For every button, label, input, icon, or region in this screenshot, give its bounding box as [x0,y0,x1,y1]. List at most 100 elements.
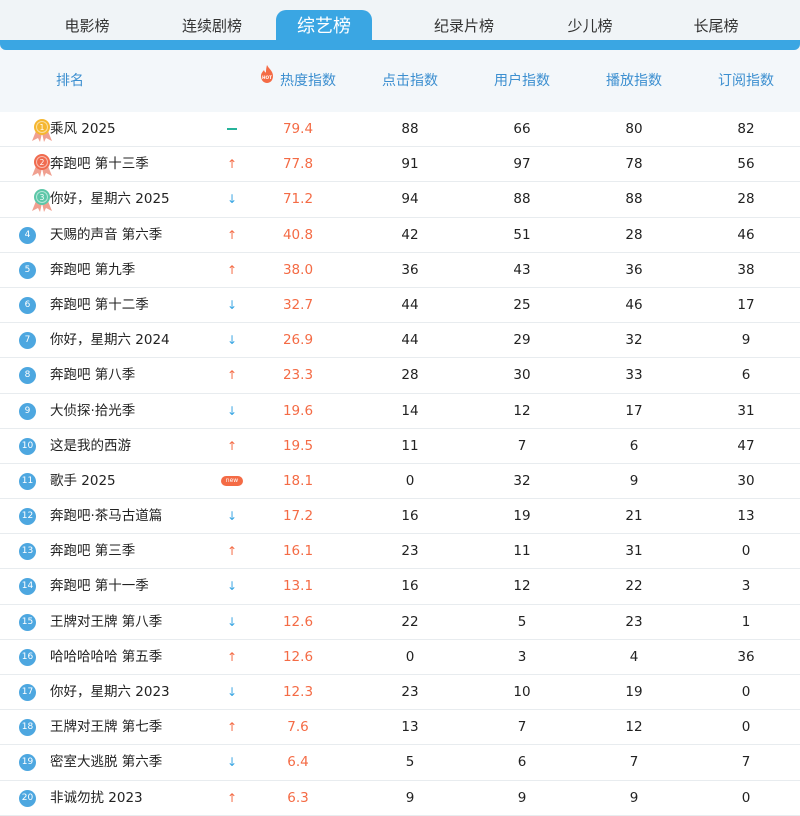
user-index: 51 [513,226,531,243]
rank-cell: 10 [16,429,38,464]
table-row[interactable]: 10 这是我的西游 ↑ 19.5 11 7 6 47 [0,429,800,464]
table-row[interactable]: 18 王牌对王牌 第七季 ↑ 7.6 13 7 12 0 [0,710,800,746]
show-name[interactable]: 王牌对王牌 第七季 [50,710,220,745]
play-index: 19 [625,684,643,700]
table-row[interactable]: 15 王牌对王牌 第八季 ↓ 12.6 22 5 23 1 [0,605,800,640]
table-row[interactable]: 7 你好，星期六 2024 ↓ 26.9 44 29 32 9 [0,323,800,359]
rank-cell: 3 [16,182,52,217]
heat-index: 6.3 [287,789,309,806]
trend-up-icon: ↑ [226,544,238,559]
click-index: 22 [401,613,419,630]
show-name[interactable]: 王牌对王牌 第八季 [50,605,220,640]
click-index: 36 [401,261,419,278]
show-name[interactable]: 奔跑吧 第三季 [50,534,220,569]
header-subscribe[interactable]: 订阅指数 [711,50,781,112]
table-row[interactable]: 2 奔跑吧 第十三季 ↑ 77.8 91 97 78 56 [0,147,800,183]
tab-series[interactable]: 连续剧榜 [152,10,272,42]
header-user[interactable]: 用户指数 [487,50,557,112]
trend-up-icon: ↑ [226,368,238,383]
show-name[interactable]: 乘风 2025 [50,112,220,147]
table-row[interactable]: 13 奔跑吧 第三季 ↑ 16.1 23 11 31 0 [0,534,800,570]
trend-down-icon: ↓ [226,403,238,418]
show-name[interactable]: 奔跑吧·茶马古道篇 [50,499,220,534]
rank-number-badge: 12 [19,508,36,526]
show-name[interactable]: 你好，星期六 2024 [50,323,220,358]
user-index: 12 [513,578,531,595]
table-row[interactable]: 11 歌手 2025 new 18.1 0 32 9 30 [0,464,800,500]
user-index: 29 [513,332,531,349]
table-row[interactable]: 14 奔跑吧 第十一季 ↓ 13.1 16 12 22 3 [0,569,800,605]
play-index: 21 [625,508,643,525]
table-row[interactable]: 16 哈哈哈哈哈 第五季 ↑ 12.6 0 3 4 36 [0,640,800,675]
show-name[interactable]: 大侦探·拾光季 [50,394,220,429]
header-play[interactable]: 播放指数 [599,50,669,112]
rank-number-badge: 18 [19,719,36,737]
show-name[interactable]: 奔跑吧 第十二季 [50,288,220,323]
table-row[interactable]: 9 大侦探·拾光季 ↓ 19.6 14 12 17 31 [0,394,800,429]
heat-index: 32.7 [282,296,314,313]
table-row[interactable]: 4 天赐的声音 第六季 ↑ 40.8 42 51 28 46 [0,218,800,253]
tab-variety[interactable]: 综艺榜 [276,10,372,50]
click-index: 9 [405,789,415,806]
subscribe-index: 0 [741,719,751,736]
subscribe-index: 0 [741,684,751,700]
rank-cell: 17 [16,675,38,710]
table-row[interactable]: 12 奔跑吧·茶马古道篇 ↓ 17.2 16 19 21 13 [0,499,800,535]
subscribe-index: 30 [737,472,755,489]
show-name[interactable]: 奔跑吧 第十三季 [50,147,220,182]
rank-number-badge: 17 [19,684,36,701]
click-index: 11 [401,437,419,454]
table-row[interactable]: 3 你好，星期六 2025 ↓ 71.2 94 88 88 28 [0,182,800,218]
show-name[interactable]: 天赐的声音 第六季 [50,218,220,253]
table-row[interactable]: 20 非诚勿扰 2023 ↑ 6.3 9 9 9 0 [0,781,800,816]
header-heat[interactable]: 热度指数 [276,50,340,112]
user-index: 30 [513,367,531,384]
user-index: 25 [513,296,531,313]
show-name[interactable]: 密室大逃脱 第六季 [50,745,220,780]
rank-number-badge: 9 [19,402,36,420]
play-index: 9 [629,472,639,489]
subscribe-index: 31 [737,402,755,419]
rank-cell: 13 [16,534,38,569]
show-name[interactable]: 奔跑吧 第十一季 [50,569,220,604]
tab-documentary[interactable]: 纪录片榜 [402,10,526,42]
show-name[interactable]: 奔跑吧 第八季 [50,358,220,393]
table-row[interactable]: 5 奔跑吧 第九季 ↑ 38.0 36 43 36 38 [0,253,800,288]
table-row[interactable]: 1 乘风 2025 79.4 88 66 80 82 [0,112,800,148]
heat-index: 17.2 [282,508,314,525]
heat-index: 19.5 [282,437,314,454]
tab-movie[interactable]: 电影榜 [22,10,152,42]
show-name[interactable]: 你好，星期六 2023 [50,675,220,710]
play-index: 36 [625,261,643,278]
heat-index: 12.3 [282,684,314,700]
heat-index: 12.6 [282,613,314,630]
user-index: 97 [513,156,531,173]
medal-number: 1 [40,123,45,132]
heat-index: 19.6 [282,402,314,419]
tab-longtail[interactable]: 长尾榜 [656,10,776,42]
tab-kids[interactable]: 少儿榜 [530,10,650,42]
new-badge-icon: new [220,464,244,499]
show-name[interactable]: 这是我的西游 [50,429,220,464]
show-name[interactable]: 你好，星期六 2025 [50,182,220,217]
show-name[interactable]: 歌手 2025 [50,464,220,499]
medal-number: 2 [40,158,45,167]
trend-down-icon: ↓ [226,333,238,348]
table-row[interactable]: 8 奔跑吧 第八季 ↑ 23.3 28 30 33 6 [0,358,800,394]
click-index: 23 [401,684,419,700]
user-index: 7 [517,719,527,736]
show-name[interactable]: 哈哈哈哈哈 第五季 [50,640,220,675]
click-index: 14 [401,402,419,419]
table-row[interactable]: 6 奔跑吧 第十二季 ↓ 32.7 44 25 46 17 [0,288,800,324]
table-row[interactable]: 17 你好，星期六 2023 ↓ 12.3 23 10 19 0 [0,675,800,711]
show-name[interactable]: 非诚勿扰 2023 [50,781,220,816]
trend-down-icon: ↓ [226,509,238,524]
rank-cell: 11 [16,464,38,499]
click-index: 44 [401,296,419,313]
show-name[interactable]: 奔跑吧 第九季 [50,253,220,288]
table-row[interactable]: 19 密室大逃脱 第六季 ↓ 6.4 5 6 7 7 [0,745,800,781]
trend-up-icon: ↑ [226,227,238,242]
rank-number-badge: 19 [19,754,36,772]
header-click[interactable]: 点击指数 [375,50,445,112]
trend-up-icon: ↑ [226,157,238,172]
